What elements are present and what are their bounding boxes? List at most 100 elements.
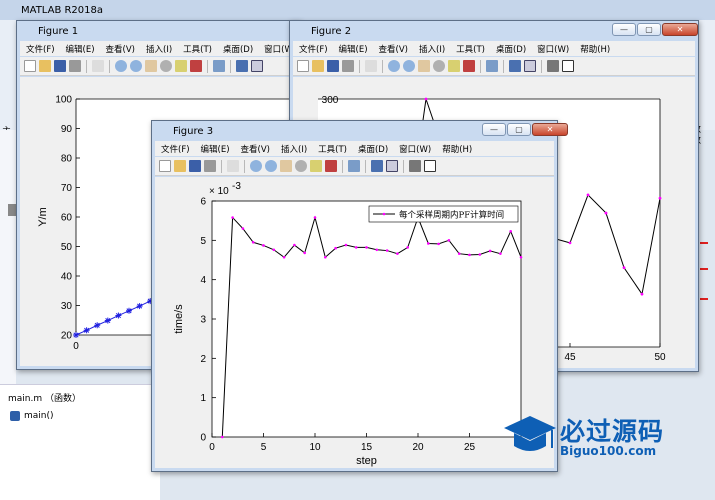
y-tick-label: 2 [200,354,206,365]
x-tick-label: 50 [654,352,666,363]
brush-icon[interactable] [463,60,475,72]
data-cursor-icon[interactable] [175,60,187,72]
link-icon[interactable] [213,60,225,72]
menu-tools[interactable]: 工具(T) [456,43,485,55]
colorbar-icon[interactable] [236,60,248,72]
pan-icon[interactable] [280,160,292,172]
dock-icon[interactable] [562,60,574,72]
figure-1-titlebar[interactable]: Figure 1 [17,21,300,41]
data-point [83,327,90,334]
data-point [282,255,286,259]
data-point [344,243,348,247]
save-icon[interactable] [189,160,201,172]
maximize-button[interactable]: ▢ [637,23,661,36]
data-point [262,244,265,247]
pan-icon[interactable] [418,60,430,72]
data-point [396,252,399,256]
x-axis-label: step [356,455,377,467]
menu-view[interactable]: 查看(V) [106,43,135,55]
colorbar-icon[interactable] [509,60,521,72]
y-tick-label: 70 [61,183,73,194]
rotate-icon[interactable] [295,160,307,172]
new-file-icon[interactable] [159,160,171,172]
pan-icon[interactable] [145,60,157,72]
pointer-icon[interactable] [227,160,239,172]
menu-tools[interactable]: 工具(T) [318,143,347,155]
dock-icon[interactable] [424,160,436,172]
menu-edit[interactable]: 编辑(E) [339,43,368,55]
rotate-icon[interactable] [160,60,172,72]
menu-file[interactable]: 文件(F) [299,43,328,55]
new-file-icon[interactable] [297,60,309,72]
menu-tools[interactable]: 工具(T) [183,43,212,55]
zoom-in-icon[interactable] [115,60,127,72]
data-point [365,246,368,249]
hide-tools-icon[interactable] [409,160,421,172]
menu-insert[interactable]: 插入(I) [281,143,307,155]
menu-window[interactable]: 窗口(W) [399,143,431,155]
data-cursor-icon[interactable] [448,60,460,72]
brush-icon[interactable] [325,160,337,172]
data-point [427,242,430,245]
menu-insert[interactable]: 插入(I) [419,43,445,55]
data-point [447,239,451,242]
minimize-button[interactable]: — [612,23,636,36]
close-button[interactable]: ✕ [662,23,698,36]
x-tick-label: 0 [73,341,79,352]
open-folder-icon[interactable] [312,60,324,72]
y-axis-label: time/s [173,304,185,334]
zoom-in-icon[interactable] [388,60,400,72]
menu-desktop[interactable]: 桌面(D) [358,143,388,155]
maximize-button[interactable]: ▢ [507,123,531,136]
save-icon[interactable] [54,60,66,72]
x-tick-label: 5 [261,442,267,453]
menu-desktop[interactable]: 桌面(D) [496,43,526,55]
data-cursor-icon[interactable] [310,160,322,172]
menu-insert[interactable]: 插入(I) [146,43,172,55]
x-tick-label: 25 [464,442,476,453]
pointer-icon[interactable] [92,60,104,72]
pointer-icon[interactable] [365,60,377,72]
brush-icon[interactable] [190,60,202,72]
menu-help[interactable]: 帮助(H) [442,143,472,155]
menu-file[interactable]: 文件(F) [26,43,55,55]
zoom-out-icon[interactable] [265,160,277,172]
open-folder-icon[interactable] [39,60,51,72]
menu-edit[interactable]: 编辑(E) [201,143,230,155]
menu-view[interactable]: 查看(V) [241,143,270,155]
zoom-out-icon[interactable] [403,60,415,72]
print-icon[interactable] [204,160,216,172]
zoom-out-icon[interactable] [130,60,142,72]
hide-tools-icon[interactable] [547,60,559,72]
y-tick-label: 0 [200,433,206,444]
close-button[interactable]: ✕ [532,123,568,136]
menu-view[interactable]: 查看(V) [379,43,408,55]
menu-file[interactable]: 文件(F) [161,143,190,155]
figure-3-window[interactable]: Figure 3 — ▢ ✕ 文件(F) 编辑(E) 查看(V) 插入(I) 工… [151,120,568,472]
link-icon[interactable] [486,60,498,72]
data-point [231,216,234,219]
save-icon[interactable] [327,60,339,72]
open-folder-icon[interactable] [174,160,186,172]
legend-icon[interactable] [524,60,536,72]
collapse-tab[interactable] [8,204,16,216]
menu-desktop[interactable]: 桌面(D) [223,43,253,55]
figure-1-menubar: 文件(F) 编辑(E) 查看(V) 插入(I) 工具(T) 桌面(D) 窗口(W… [20,41,297,56]
legend-icon[interactable] [386,160,398,172]
legend-icon[interactable] [251,60,263,72]
menu-edit[interactable]: 编辑(E) [66,43,95,55]
new-file-icon[interactable] [24,60,36,72]
link-icon[interactable] [348,160,360,172]
print-icon[interactable] [342,60,354,72]
matlab-left-pane [0,130,16,384]
file-item[interactable]: main() [10,411,54,421]
y-tick-label: 30 [61,301,73,312]
menu-window[interactable]: 窗口(W) [537,43,569,55]
data-point [586,193,590,197]
rotate-icon[interactable] [433,60,445,72]
minimize-button[interactable]: — [482,123,506,136]
menu-help[interactable]: 帮助(H) [580,43,610,55]
zoom-in-icon[interactable] [250,160,262,172]
print-icon[interactable] [69,60,81,72]
colorbar-icon[interactable] [371,160,383,172]
